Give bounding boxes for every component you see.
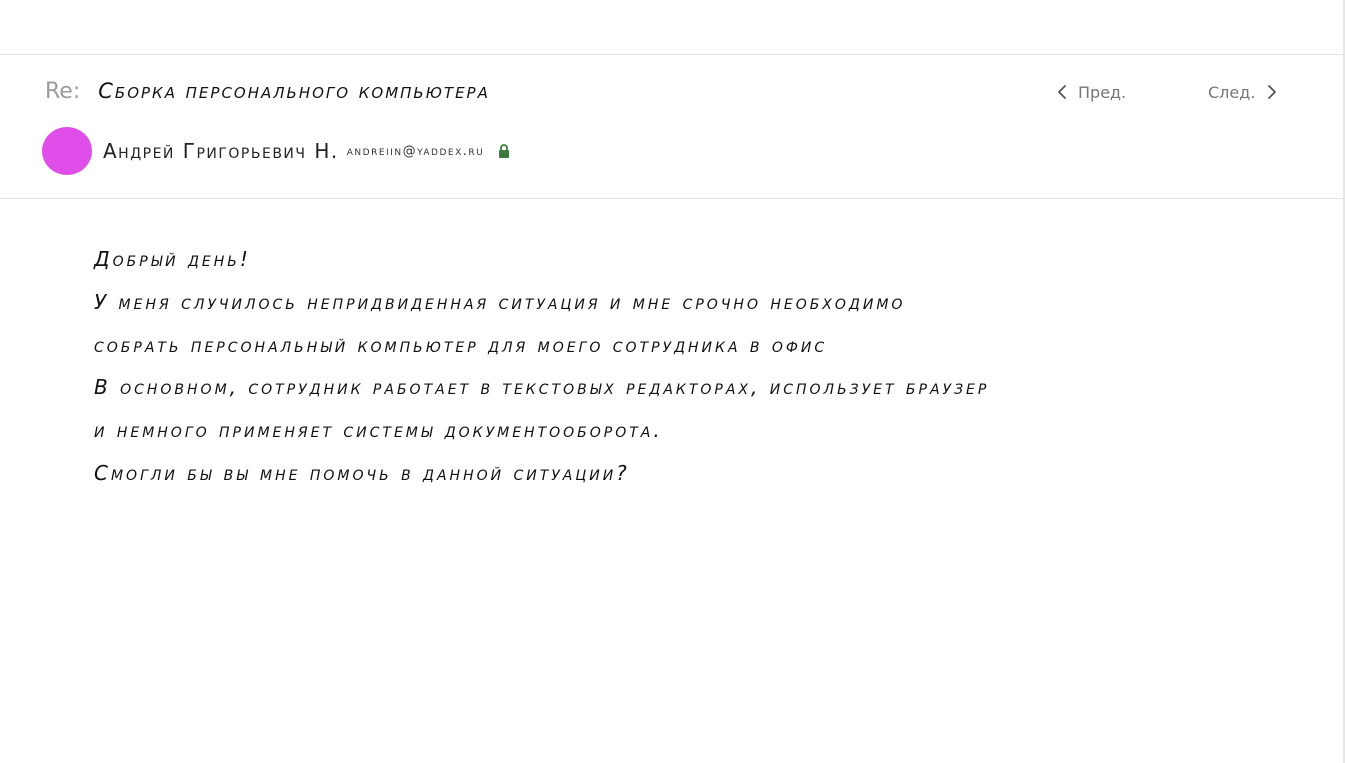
sender-email[interactable]: andreiin@yaddex.ru [347,144,484,159]
sender-row: Андрей Григорьевич Н. andreiin@yaddex.ru [103,137,510,165]
body-line-greeting: Добрый день! [94,247,251,271]
next-message-button[interactable]: След. [1208,80,1281,104]
prev-message-button[interactable]: Пред. [1054,80,1126,104]
body-line: и немного применяет системы документообо… [94,418,663,443]
body-line-question: Смогли бы вы мне помочь в данной ситуаци… [94,460,630,485]
chevron-right-icon [1263,82,1281,102]
message-body: Добрый день! У меня случилось непридвиде… [94,238,1274,495]
sender-name[interactable]: Андрей Григорьевич Н. [103,139,339,163]
prev-label: Пред. [1078,82,1127,102]
body-line: собрать персональный компьютер для моего… [94,332,828,357]
next-label: След. [1208,82,1256,102]
sender-avatar[interactable] [42,127,92,175]
subject-row: Re: Сборка персонального компьютера [45,76,490,106]
chevron-left-icon [1054,82,1072,102]
lock-icon [498,144,510,158]
body-line: В основном, сотрудник работает в текстов… [94,375,990,400]
body-line: У меня случилось непридвиденная ситуация… [94,289,906,314]
header-divider [0,198,1343,199]
subject-prefix: Re: [45,78,81,104]
toolbar-divider [0,54,1343,55]
subject-title: Сборка персонального компьютера [98,79,490,103]
